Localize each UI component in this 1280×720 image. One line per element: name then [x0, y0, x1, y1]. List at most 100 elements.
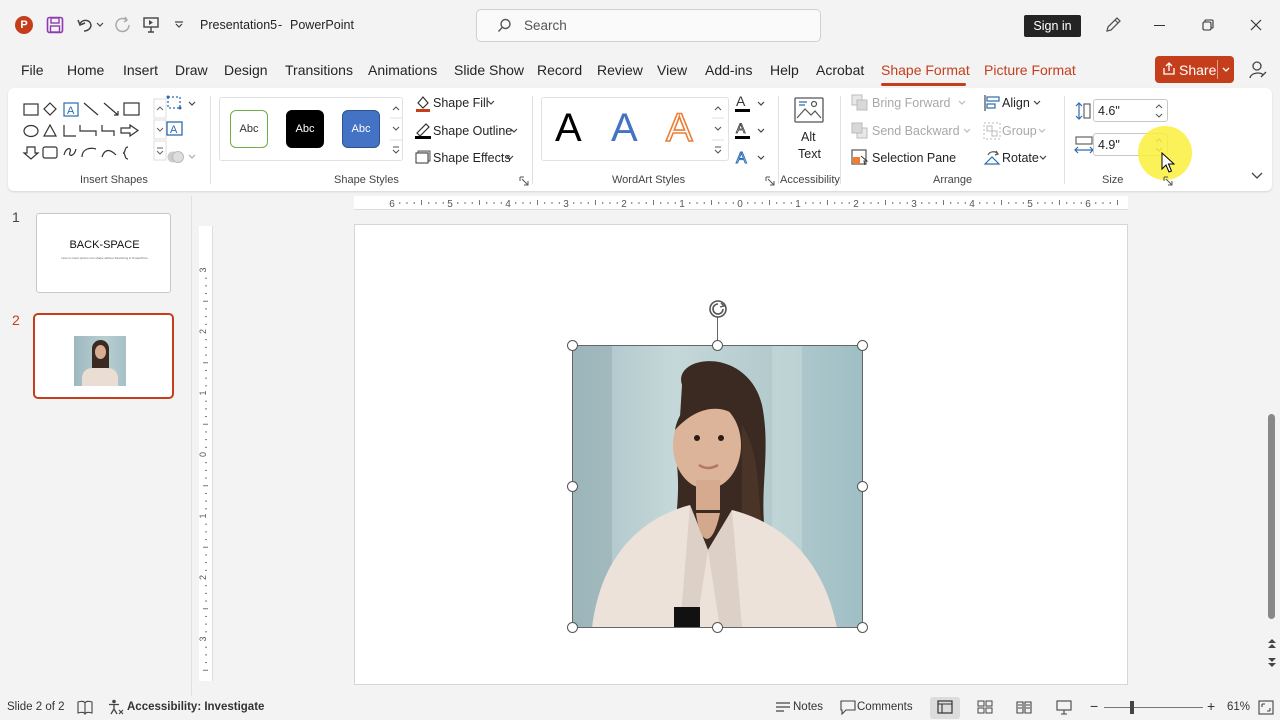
bring-forward-icon[interactable] — [851, 94, 869, 112]
text-fill-icon[interactable]: A — [734, 93, 752, 113]
slide-thumbnail-2[interactable] — [33, 313, 174, 399]
resize-handle-top-right[interactable] — [857, 340, 868, 351]
tab-draw[interactable]: Draw — [175, 62, 208, 78]
group-label[interactable]: Group — [1002, 124, 1037, 138]
group-dropdown-icon[interactable] — [1038, 128, 1046, 134]
minimize-icon[interactable] — [1154, 25, 1165, 26]
tab-home[interactable]: Home — [67, 62, 104, 78]
resize-handle-bottom-left[interactable] — [567, 622, 578, 633]
tab-design[interactable]: Design — [224, 62, 268, 78]
accessibility-status[interactable]: Accessibility: Investigate — [127, 701, 264, 713]
tab-record[interactable]: Record — [537, 62, 582, 78]
normal-view-icon[interactable] — [937, 700, 953, 714]
size-launcher-icon[interactable] — [1163, 176, 1173, 186]
selection-pane-icon[interactable] — [851, 149, 869, 167]
shape-outline-dropdown-icon[interactable] — [510, 128, 518, 134]
shape-fill-dropdown-icon[interactable] — [487, 100, 495, 106]
style-sample-outline-green[interactable]: Abc — [230, 110, 268, 148]
rotate-label[interactable]: Rotate — [1002, 151, 1039, 165]
zoom-slider-track[interactable] — [1104, 707, 1203, 708]
reading-view-icon[interactable] — [1016, 700, 1032, 714]
zoom-out-button[interactable]: − — [1090, 698, 1098, 714]
tab-help[interactable]: Help — [770, 62, 799, 78]
slide-sorter-icon[interactable] — [977, 700, 993, 714]
align-dropdown-icon[interactable] — [1033, 100, 1041, 106]
tab-file[interactable]: File — [21, 62, 44, 78]
resize-handle-right[interactable] — [857, 481, 868, 492]
text-box-icon[interactable]: A — [166, 121, 184, 137]
close-icon[interactable] — [1250, 19, 1262, 31]
search-box[interactable]: Search — [476, 9, 821, 42]
collapse-ribbon-icon[interactable] — [1251, 172, 1263, 180]
align-label[interactable]: Align — [1002, 96, 1030, 110]
present-from-start-icon[interactable] — [142, 16, 160, 34]
next-slide-icon[interactable] — [1266, 656, 1278, 670]
text-outline-dropdown-icon[interactable] — [757, 128, 765, 134]
shape-styles-launcher-icon[interactable] — [519, 176, 529, 186]
shape-effects-dropdown-icon[interactable] — [506, 155, 514, 161]
scrollbar-thumb[interactable] — [1268, 414, 1275, 619]
text-outline-icon[interactable]: A — [734, 120, 752, 140]
alt-text-label-2[interactable]: Text — [798, 147, 821, 161]
merge-shapes-icon[interactable] — [166, 149, 186, 165]
notes-button[interactable]: Notes — [793, 701, 823, 713]
slide-canvas[interactable] — [354, 224, 1128, 685]
coauthor-icon[interactable] — [1248, 60, 1268, 80]
restore-icon[interactable] — [1202, 19, 1214, 31]
undo-icon[interactable] — [76, 16, 94, 34]
undo-dropdown-icon[interactable] — [96, 22, 104, 28]
send-backward-dropdown-icon[interactable] — [963, 128, 971, 134]
resize-handle-top-left[interactable] — [567, 340, 578, 351]
previous-slide-icon[interactable] — [1266, 636, 1278, 650]
shape-effects-label[interactable]: Shape Effects — [433, 151, 511, 165]
resize-handle-bottom-right[interactable] — [857, 622, 868, 633]
slide-thumbnail-1[interactable]: BACK-SPACE How to insert picture into sh… — [36, 213, 171, 293]
share-dropdown-icon[interactable] — [1222, 67, 1230, 73]
tab-slide-show[interactable]: Slide Show — [454, 62, 524, 78]
send-backward-label[interactable]: Send Backward — [872, 124, 960, 138]
merge-shapes-dropdown-icon[interactable] — [188, 154, 196, 160]
rotate-handle-icon[interactable] — [706, 297, 730, 321]
alt-text-label-1[interactable]: Alt — [801, 130, 816, 144]
tab-shape-format[interactable]: Shape Format — [881, 62, 970, 78]
spelling-check-icon[interactable] — [77, 700, 93, 715]
shape-fill-icon[interactable] — [414, 94, 432, 112]
edit-shape-icon[interactable] — [166, 94, 188, 112]
rotate-icon[interactable] — [983, 149, 1001, 167]
sign-in-button[interactable]: Sign in — [1024, 15, 1081, 37]
customize-toolbar-icon[interactable] — [174, 21, 184, 29]
send-backward-icon[interactable] — [851, 122, 869, 140]
rotate-dropdown-icon[interactable] — [1039, 155, 1047, 161]
style-sample-black[interactable]: Abc — [286, 110, 324, 148]
resize-handle-left[interactable] — [567, 481, 578, 492]
resize-handle-bottom[interactable] — [712, 622, 723, 633]
style-sample-blue[interactable]: Abc — [342, 110, 380, 148]
group-icon[interactable] — [983, 122, 1001, 140]
comments-icon[interactable] — [840, 700, 856, 715]
align-icon[interactable] — [983, 94, 1001, 112]
shape-fill-label[interactable]: Shape Fill — [433, 96, 489, 110]
zoom-in-button[interactable]: + — [1207, 698, 1215, 714]
vertical-scrollbar[interactable] — [1264, 196, 1280, 696]
resize-handle-top[interactable] — [712, 340, 723, 351]
wordart-scroll-icon[interactable] — [711, 97, 725, 161]
bring-forward-dropdown-icon[interactable] — [958, 100, 966, 106]
wordart-launcher-icon[interactable] — [765, 176, 775, 186]
selection-pane-label[interactable]: Selection Pane — [872, 151, 956, 165]
alt-text-icon[interactable] — [793, 96, 825, 126]
height-spinner-icon[interactable] — [1154, 102, 1164, 120]
share-button[interactable]: Share — [1155, 56, 1234, 83]
accessibility-icon[interactable] — [108, 699, 124, 715]
edit-shape-dropdown-icon[interactable] — [188, 101, 196, 107]
shape-styles-scroll-icon[interactable] — [389, 97, 403, 161]
text-fill-dropdown-icon[interactable] — [757, 101, 765, 107]
tab-animations[interactable]: Animations — [368, 62, 437, 78]
comments-button[interactable]: Comments — [857, 701, 913, 713]
zoom-level[interactable]: 61% — [1227, 701, 1250, 713]
notes-icon[interactable] — [775, 701, 791, 714]
wordart-sample-orange[interactable]: A — [665, 105, 693, 151]
wordart-sample-blue[interactable]: A — [611, 106, 638, 150]
text-effects-icon[interactable]: A — [734, 148, 752, 167]
fit-to-window-icon[interactable] — [1258, 700, 1274, 715]
insert-shapes-gallery[interactable]: A — [18, 97, 168, 163]
